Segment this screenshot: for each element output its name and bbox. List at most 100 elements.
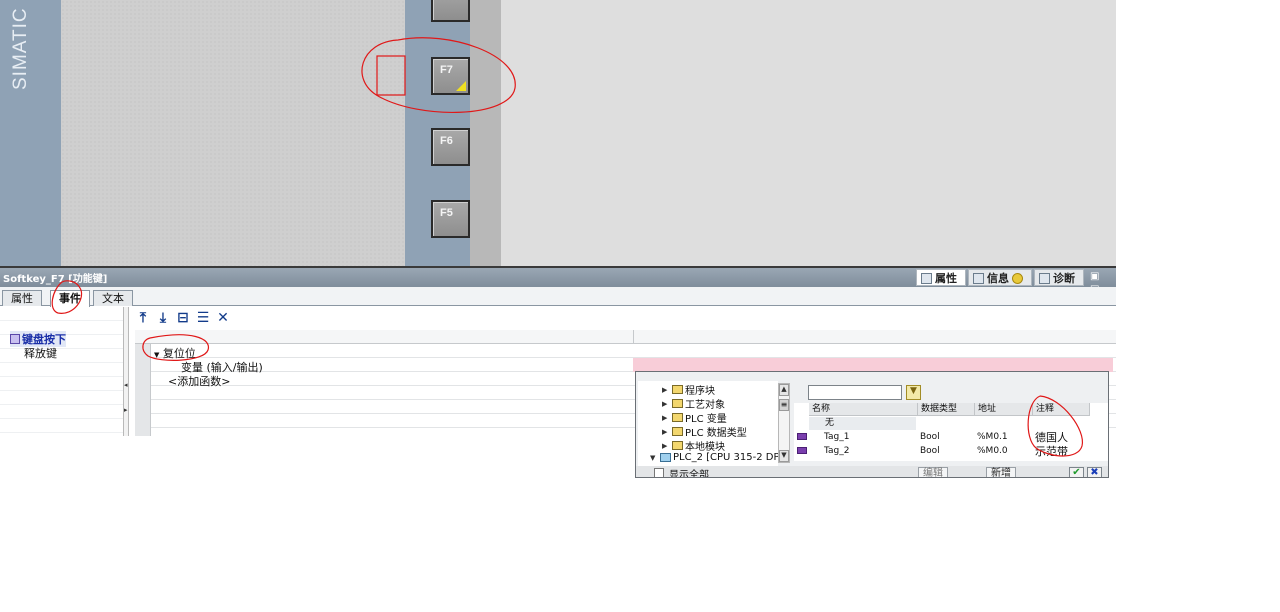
tab-info-label: 信息 xyxy=(987,272,1009,285)
expand-right-icon[interactable]: ▸ xyxy=(124,406,128,414)
tree-node-label: PLC_2 [CPU 315-2 DP] xyxy=(673,452,784,463)
info-tab-icon xyxy=(973,272,984,284)
expand-all-icon[interactable]: ☰ xyxy=(195,310,211,328)
scroll-thumb[interactable]: ≡ xyxy=(779,399,789,411)
collapse-all-icon[interactable]: ⊟ xyxy=(175,310,191,328)
tag-none-label: 无 xyxy=(825,418,835,428)
column-name[interactable]: 名称 xyxy=(809,403,918,416)
panel-title: Softkey_F7 [功能键] xyxy=(3,274,108,285)
tag-name: Tag_2 xyxy=(824,446,850,456)
hmi-left-frame: SIMATIC I xyxy=(0,0,61,266)
new-button[interactable]: 新增 xyxy=(986,467,1016,478)
properties-icon xyxy=(921,272,932,284)
column-comment[interactable]: 注释 xyxy=(1033,403,1090,416)
softkey-f5[interactable]: F5 xyxy=(431,200,470,238)
param-value-field[interactable] xyxy=(633,358,1113,372)
softkey-f6-label: F6 xyxy=(440,135,453,147)
new-button-label: 新增 xyxy=(991,468,1011,478)
move-up-icon[interactable]: ⤒ xyxy=(135,310,151,328)
tree-node-program-blocks[interactable]: ▶ 程序块 xyxy=(662,382,715,397)
tree-node-plc2[interactable]: ▼ PLC_2 [CPU 315-2 DP] xyxy=(650,452,783,463)
add-function-label: <添加函数> xyxy=(168,375,231,388)
tab-text-label: 文本 xyxy=(102,292,124,305)
tree-node-plc-data-types[interactable]: ▶ PLC 数据类型 xyxy=(662,424,747,439)
column-data-type[interactable]: 数据类型 xyxy=(918,403,975,416)
inspector-sub-tabs: 属性 事件 文本 xyxy=(0,287,1116,307)
tree-expand-icon[interactable]: ▶ xyxy=(662,414,670,422)
tab-properties-main-label: 属性 xyxy=(935,272,957,285)
tag-comment: 德国人 xyxy=(1035,431,1068,444)
event-key-release[interactable]: 释放键 xyxy=(24,345,57,361)
brand-label: SIMATIC I xyxy=(10,0,31,90)
event-marker-icon xyxy=(456,81,466,91)
tag-search-input[interactable] xyxy=(808,385,902,400)
softkey-f6[interactable]: F6 xyxy=(431,128,470,166)
tree-node-label: PLC 数据类型 xyxy=(685,428,747,439)
event-icon xyxy=(10,334,20,344)
add-function-row[interactable]: <添加函数> xyxy=(168,373,230,389)
confirm-icon[interactable]: ✔ xyxy=(1069,467,1084,477)
tree-scrollbar[interactable]: ▲ ≡ ▼ xyxy=(778,383,790,463)
hmi-screen[interactable] xyxy=(61,0,405,266)
popup-footer: 显示全部 编辑 新增 ✔ ✖ xyxy=(636,466,1108,478)
tag-address: %M0.1 xyxy=(977,432,1008,442)
tag-comment: 示范带 xyxy=(1035,445,1068,458)
folder-icon xyxy=(672,441,683,450)
function-key-strip-edge xyxy=(470,0,501,266)
function-grid-header xyxy=(135,330,1116,344)
info-icon xyxy=(1012,272,1023,284)
scroll-up-icon[interactable]: ▲ xyxy=(779,384,789,396)
expand-arrow-icon[interactable]: ▼ xyxy=(154,351,159,359)
tag-selection-popup: ▶ 程序块 ▶ 工艺对象 ▶ PLC 变量 ▶ PLC 数据类型 ▶ 本地模块 … xyxy=(635,371,1109,478)
tab-events[interactable]: 事件 xyxy=(50,290,90,307)
show-all-checkbox[interactable] xyxy=(654,468,664,477)
tree-node-label: PLC 变量 xyxy=(685,414,727,425)
tag-data-type: Bool xyxy=(920,432,940,442)
column-address[interactable]: 地址 xyxy=(975,403,1033,416)
tab-info[interactable]: 信息 xyxy=(968,269,1032,286)
tree-node-plc-tags[interactable]: ▶ PLC 变量 xyxy=(662,410,727,425)
tree-expand-icon[interactable]: ▶ xyxy=(662,442,670,450)
tree-expand-icon[interactable]: ▶ xyxy=(662,428,670,436)
move-down-icon[interactable]: ⤓ xyxy=(155,310,171,328)
tab-text[interactable]: 文本 xyxy=(93,290,133,306)
event-key-release-label: 释放键 xyxy=(24,347,57,360)
softkey-f8[interactable]: F8 xyxy=(431,0,470,22)
filter-icon[interactable]: ▼ xyxy=(906,385,921,400)
tag-table: 名称 数据类型 地址 注释 无 Tag_1 Bool %M0.1 德国人 Tag… xyxy=(794,403,1108,461)
softkey-f8-label: F8 xyxy=(440,0,453,3)
folder-icon xyxy=(672,385,683,394)
softkey-f7-label: F7 xyxy=(440,64,453,76)
tree-node-technology-objects[interactable]: ▶ 工艺对象 xyxy=(662,396,725,411)
cancel-icon[interactable]: ✖ xyxy=(1087,467,1102,477)
folder-icon xyxy=(672,427,683,436)
tree-collapse-icon[interactable]: ▼ xyxy=(650,454,658,462)
tree-node-label: 本地模块 xyxy=(685,442,725,453)
tab-properties[interactable]: 属性 xyxy=(2,290,42,306)
inspector-top-tabs: 属性 信息 诊断 xyxy=(916,269,1084,286)
softkey-f5-label: F5 xyxy=(440,207,453,219)
delete-icon[interactable]: ✕ xyxy=(215,310,231,328)
hmi-canvas: SIMATIC I F8 F7 F6 F5 xyxy=(0,0,1116,266)
tree-node-local-modules[interactable]: ▶ 本地模块 xyxy=(662,438,725,453)
tag-address: %M0.0 xyxy=(977,446,1008,456)
edit-button[interactable]: 编辑 xyxy=(918,467,948,477)
pane-splitter[interactable]: ◂ ▸ xyxy=(123,307,129,436)
scroll-down-icon[interactable]: ▼ xyxy=(779,450,789,462)
function-toolbar: ⤒ ⤓ ⊟ ☰ ✕ xyxy=(135,310,231,328)
window-restore-icon[interactable]: ▣ ▭ xyxy=(1090,271,1112,293)
folder-icon xyxy=(672,413,683,422)
tree-node-label: 工艺对象 xyxy=(685,400,725,411)
tag-data-type: Bool xyxy=(920,446,940,456)
tag-name: Tag_1 xyxy=(824,432,850,442)
row-header-column xyxy=(135,344,151,436)
show-all-label: 显示全部 xyxy=(669,470,709,478)
tag-row-none[interactable]: 无 xyxy=(809,417,916,430)
tree-expand-icon[interactable]: ▶ xyxy=(662,400,670,408)
tab-diagnostics[interactable]: 诊断 xyxy=(1034,269,1084,286)
tree-node-label: 程序块 xyxy=(685,386,715,397)
tab-properties-main[interactable]: 属性 xyxy=(916,269,966,286)
collapse-left-icon[interactable]: ◂ xyxy=(124,381,128,389)
tree-expand-icon[interactable]: ▶ xyxy=(662,386,670,394)
softkey-f7[interactable]: F7 xyxy=(431,57,470,95)
